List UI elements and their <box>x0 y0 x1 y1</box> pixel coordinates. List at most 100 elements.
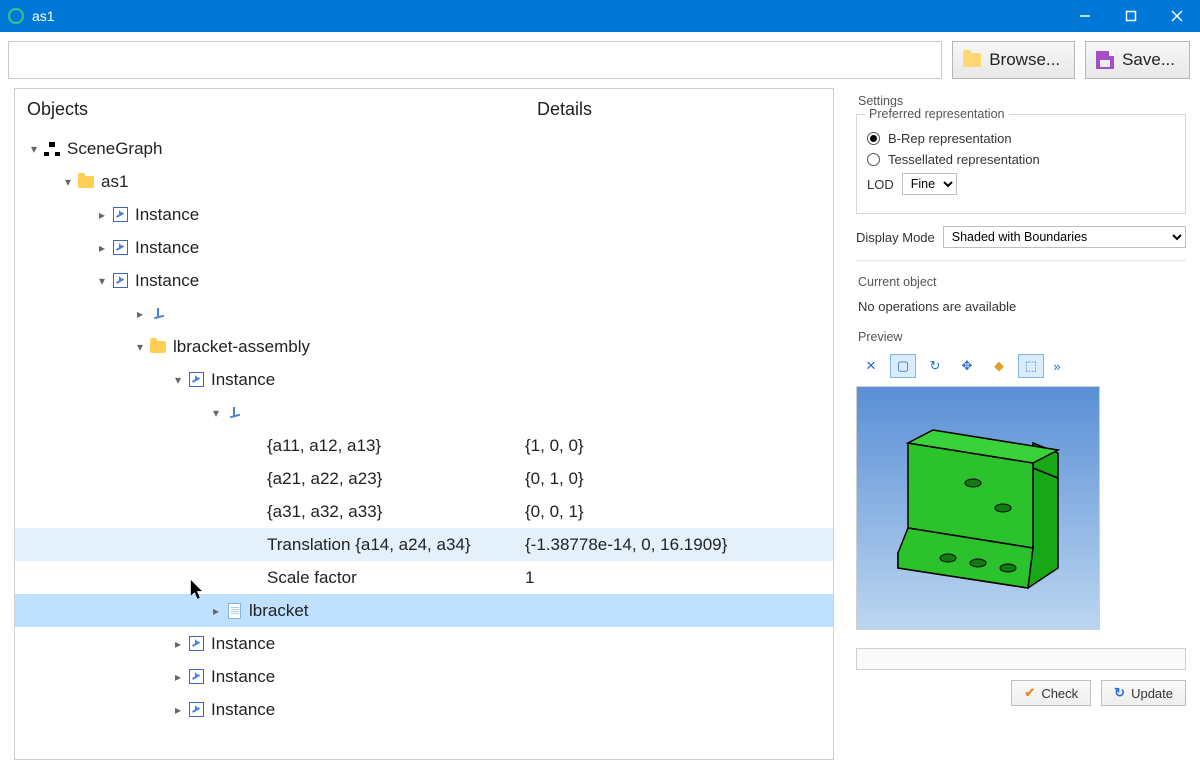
chevron-right-icon[interactable]: ▸ <box>93 208 111 222</box>
app-icon <box>8 8 24 24</box>
chevron-down-icon[interactable]: ▾ <box>59 175 77 189</box>
matrix-row-translation[interactable]: Translation {a14, a24, a34} {-1.38778e-14… <box>15 528 833 561</box>
tool-tilt-icon[interactable]: ◆ <box>986 354 1012 378</box>
tree-row-instance[interactable]: ▸Instance <box>15 693 833 726</box>
display-mode-label: Display Mode <box>856 230 935 245</box>
chevron-down-icon[interactable]: ▾ <box>131 340 149 354</box>
tool-overflow-icon[interactable]: » <box>1050 354 1064 378</box>
tool-fit-icon[interactable]: ✕ <box>858 354 884 378</box>
preview-canvas[interactable] <box>856 386 1100 630</box>
tree-row-as1[interactable]: ▾as1 <box>15 165 833 198</box>
instance-icon <box>189 702 204 717</box>
tree[interactable]: ▾SceneGraph ▾as1 ▸Instance ▸Instance ▾In… <box>15 132 833 726</box>
matrix-value: {1, 0, 0} <box>525 436 584 456</box>
tool-move-icon[interactable]: ✥ <box>954 354 980 378</box>
objects-header: Objects <box>15 89 525 132</box>
update-button[interactable]: ↻ Update <box>1101 680 1186 706</box>
current-object-title: Current object <box>858 275 1186 289</box>
radio-brep[interactable]: B-Rep representation <box>867 131 1175 146</box>
update-label: Update <box>1131 686 1173 701</box>
instance-icon <box>189 372 204 387</box>
instance-icon <box>113 273 128 288</box>
matrix-label: Translation {a14, a24, a34} <box>267 535 471 555</box>
matrix-value: {0, 0, 1} <box>525 502 584 522</box>
chevron-down-icon[interactable]: ▾ <box>169 373 187 387</box>
tree-row-scenegraph[interactable]: ▾ SceneGraph <box>15 132 833 165</box>
window-title: as1 <box>32 8 55 24</box>
matrix-label: {a31, a32, a33} <box>267 502 382 522</box>
instance-icon <box>189 669 204 684</box>
current-object-text: No operations are available <box>858 299 1186 314</box>
tree-row-instance[interactable]: ▸Instance <box>15 660 833 693</box>
tree-label: SceneGraph <box>67 139 162 159</box>
tree-row-lbracket-selected[interactable]: ▸ lbracket <box>15 594 833 627</box>
tree-row-instance[interactable]: ▸ Instance <box>15 231 833 264</box>
folder-icon <box>963 53 981 67</box>
tree-row-instance[interactable]: ▸Instance <box>15 627 833 660</box>
chevron-right-icon[interactable]: ▸ <box>207 604 225 618</box>
close-button[interactable] <box>1154 0 1200 32</box>
chevron-down-icon[interactable]: ▾ <box>93 274 111 288</box>
matrix-label: {a11, a12, a13} <box>267 436 381 456</box>
matrix-value: 1 <box>525 568 534 588</box>
chevron-right-icon[interactable]: ▸ <box>169 703 187 717</box>
titlebar: as1 <box>0 0 1200 32</box>
radio-label: B-Rep representation <box>888 131 1012 146</box>
browse-button[interactable]: Browse... <box>952 41 1075 79</box>
tree-row-axes[interactable]: ▾ <box>15 396 833 429</box>
browse-label: Browse... <box>989 50 1060 70</box>
left-panel: Objects Details ▾ SceneGraph ▾as1 ▸ Instan… <box>14 88 834 760</box>
axes-icon <box>150 306 166 322</box>
pref-rep-group: Preferred representation B-Rep represent… <box>856 114 1186 214</box>
refresh-icon: ↻ <box>1114 685 1125 701</box>
chevron-right-icon[interactable]: ▸ <box>169 670 187 684</box>
tree-label: Instance <box>135 238 199 258</box>
file-icon <box>228 603 241 619</box>
instance-icon <box>113 240 128 255</box>
details-header: Details <box>525 89 604 132</box>
lod-select[interactable]: Fine <box>902 173 957 195</box>
matrix-value: {-1.38778e-14, 0, 16.1909} <box>525 535 727 555</box>
chevron-down-icon[interactable]: ▾ <box>207 406 225 420</box>
save-button[interactable]: Save... <box>1085 41 1190 79</box>
matrix-row-2[interactable]: {a21, a22, a23}{0, 1, 0} <box>15 462 833 495</box>
save-label: Save... <box>1122 50 1175 70</box>
chevron-right-icon[interactable]: ▸ <box>93 241 111 255</box>
settings-title: Settings <box>858 94 1186 108</box>
radio-tess[interactable]: Tessellated representation <box>867 152 1175 167</box>
matrix-row-scale[interactable]: Scale factor1 <box>15 561 833 594</box>
minimize-button[interactable] <box>1062 0 1108 32</box>
check-icon: ✔ <box>1024 685 1035 701</box>
radio-icon <box>867 132 880 145</box>
chevron-down-icon[interactable]: ▾ <box>25 142 43 156</box>
matrix-row-3[interactable]: {a31, a32, a33} {0, 0, 1} <box>15 495 833 528</box>
matrix-row-1[interactable]: {a11, a12, a13} {1, 0, 0} <box>15 429 833 462</box>
tree-row-instance-expanded[interactable]: ▾Instance <box>15 264 833 297</box>
save-icon <box>1096 51 1114 69</box>
tree-label: lbracket <box>249 601 309 621</box>
matrix-value: {0, 1, 0} <box>525 469 584 489</box>
main: Objects Details ▾ SceneGraph ▾as1 ▸ Instan… <box>0 88 1200 760</box>
maximize-button[interactable] <box>1108 0 1154 32</box>
folder-icon <box>150 341 166 353</box>
preview-toolbar: ✕ ▢ ↻ ✥ ◆ ⬚ » <box>856 350 1186 386</box>
instance-icon <box>189 636 204 651</box>
chevron-right-icon[interactable]: ▸ <box>169 637 187 651</box>
tree-row-instance[interactable]: ▸Instance <box>15 198 833 231</box>
check-button[interactable]: ✔Check <box>1011 680 1091 706</box>
tool-rotate-icon[interactable]: ↻ <box>922 354 948 378</box>
hierarchy-icon <box>44 142 60 156</box>
path-input[interactable] <box>8 41 942 79</box>
tool-box-icon[interactable]: ▢ <box>890 354 916 378</box>
sidebar: Settings Preferred representation B-Rep … <box>834 88 1200 760</box>
axes-icon <box>226 405 242 421</box>
tree-row-axes[interactable]: ▸ <box>15 297 833 330</box>
tree-label: Instance <box>211 370 275 390</box>
progress-bar <box>856 648 1186 670</box>
chevron-right-icon[interactable]: ▸ <box>131 307 149 321</box>
tree-row-instance[interactable]: ▾ Instance <box>15 363 833 396</box>
tool-select-icon[interactable]: ⬚ <box>1018 354 1044 378</box>
display-mode-select[interactable]: Shaded with Boundaries <box>943 226 1186 248</box>
toolbar: Browse... Save... <box>0 32 1200 88</box>
tree-row-lbracket-assembly[interactable]: ▾lbracket-assembly <box>15 330 833 363</box>
